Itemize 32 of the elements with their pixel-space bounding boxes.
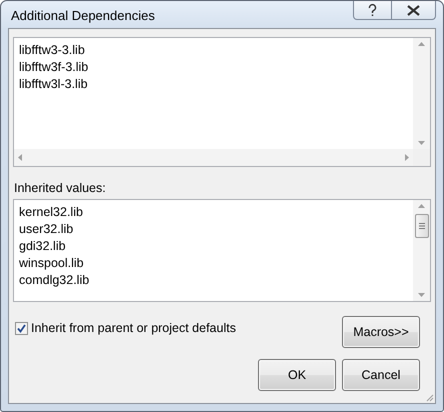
- scroll-thumb[interactable]: [414, 214, 428, 238]
- inherited-value: gdi32.lib: [19, 238, 67, 255]
- close-button[interactable]: [392, 1, 436, 20]
- scroll-down-icon[interactable]: [418, 141, 425, 145]
- scroll-up-icon[interactable]: [418, 204, 425, 208]
- dependency-line: libfftw3-3.lib: [19, 42, 86, 59]
- inherit-checkbox[interactable]: [15, 322, 28, 334]
- scroll-up-icon[interactable]: [418, 42, 425, 46]
- scroll-down-icon[interactable]: [418, 293, 425, 297]
- help-icon: [368, 4, 377, 16]
- horizontal-scrollbar[interactable]: [14, 149, 413, 166]
- scroll-right-icon[interactable]: [405, 154, 409, 161]
- cancel-button[interactable]: Cancel: [342, 359, 420, 391]
- window-title: Additional Dependencies: [10, 7, 155, 23]
- inherited-value: user32.lib: [19, 221, 74, 238]
- inherited-value: kernel32.lib: [19, 204, 84, 221]
- macros-button[interactable]: Macros>>: [342, 316, 420, 348]
- ok-button[interactable]: OK: [258, 359, 336, 391]
- inherited-value: winspool.lib: [19, 255, 85, 272]
- inherit-checkbox-label: Inherit from parent or project defaults: [31, 321, 236, 335]
- vertical-scrollbar[interactable]: [413, 38, 430, 149]
- scroll-left-icon[interactable]: [18, 154, 22, 161]
- help-button[interactable]: [353, 1, 392, 20]
- inherited-value: comdlg32.lib: [19, 272, 90, 289]
- dependencies-editor[interactable]: libfftw3-3.lib libfftw3f-3.lib libfftw3l-3.lib: [13, 37, 431, 167]
- vertical-scrollbar[interactable]: [413, 200, 430, 301]
- dependency-line: libfftw3l-3.lib: [19, 76, 89, 93]
- close-icon: [407, 4, 420, 16]
- resize-grip-icon[interactable]: [424, 392, 434, 402]
- inherited-values-label: Inherited values:: [14, 181, 107, 195]
- dependency-line: libfftw3f-3.lib: [19, 59, 90, 76]
- inherited-values-list[interactable]: kernel32.lib user32.lib gdi32.lib winspool.lib comdlg32.lib: [13, 199, 431, 302]
